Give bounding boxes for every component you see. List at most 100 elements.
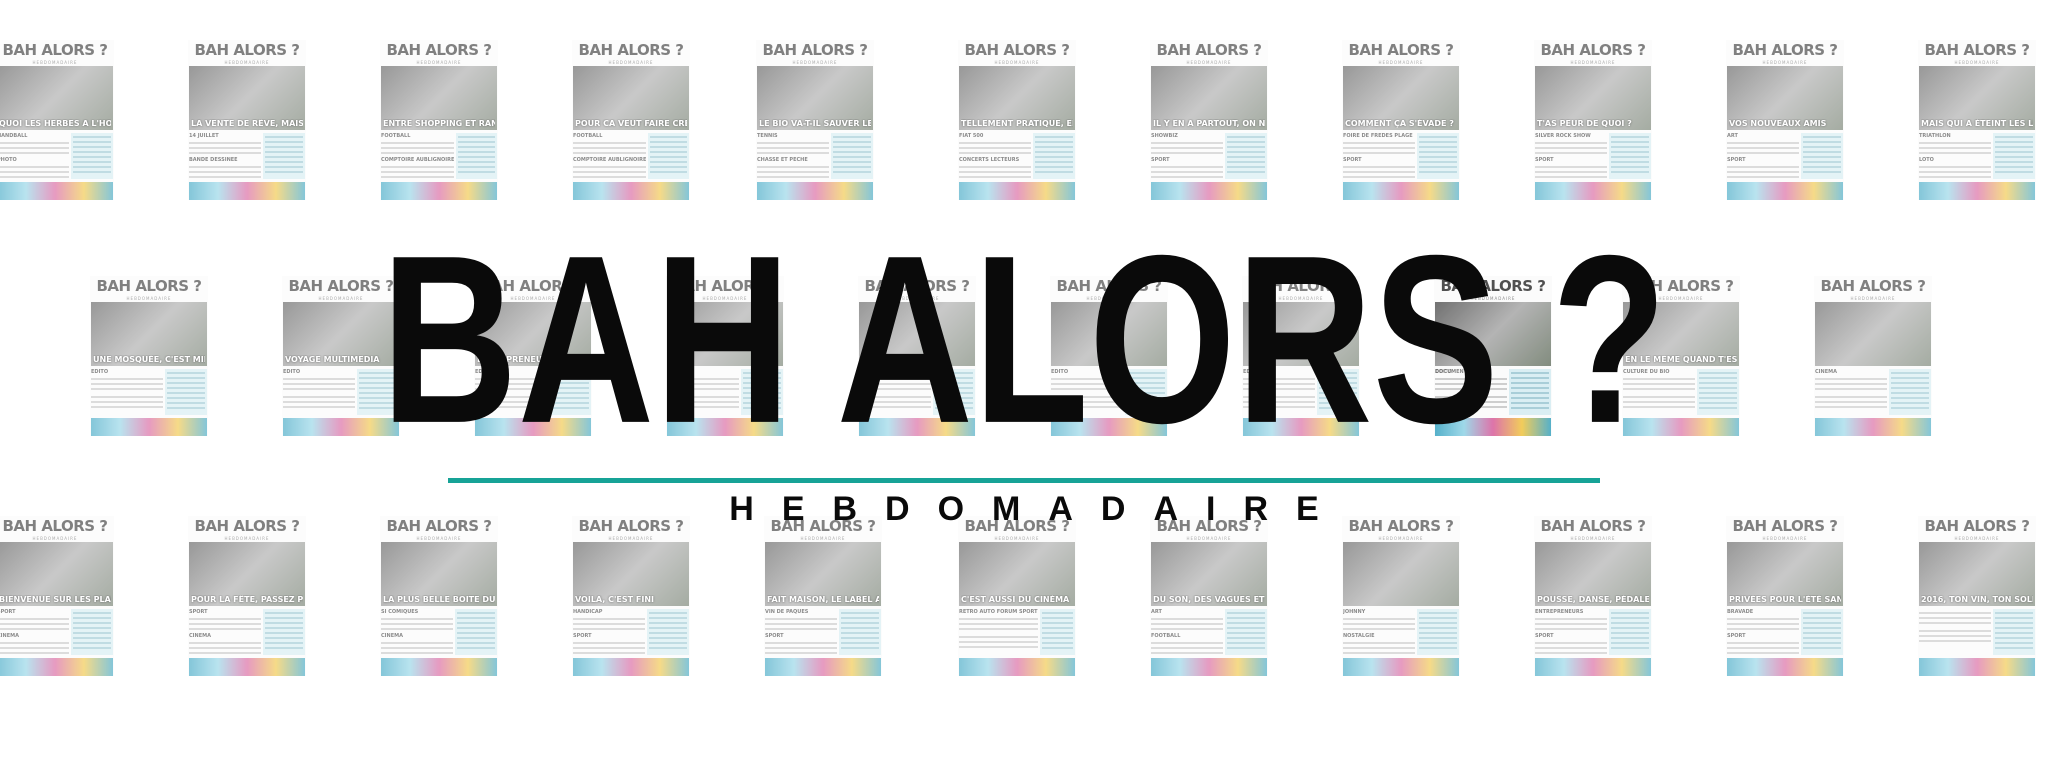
cover-headline: T'AS PEUR DE QUOI ? xyxy=(1537,119,1632,128)
cover-ad-banner xyxy=(1815,418,1931,436)
cover-ad-banner xyxy=(1343,182,1459,200)
cover-ad-banner xyxy=(1051,418,1167,436)
cover-text-column: BRAVADE SPORT xyxy=(1727,609,1801,655)
cover-section-label: ÉDITO xyxy=(1051,369,1069,375)
cover-ad-banner xyxy=(667,418,783,436)
cover-headline: BIENVENUE SUR LES PLAGES PRIVÉES xyxy=(0,595,111,604)
cover-section-label: CHASSE ET PÊCHE xyxy=(757,157,808,163)
cover-section-label: VIN DE PÂQUES xyxy=(765,609,809,615)
cover-columns: DOCUMENTAIRES xyxy=(1435,369,1551,415)
cover-edito-column xyxy=(357,369,399,415)
cover-edito-column xyxy=(71,133,113,179)
cover-masthead: BAH ALORS ? xyxy=(964,517,1070,535)
cover-edito-column xyxy=(1317,369,1359,415)
cover-ad-banner xyxy=(1343,658,1459,676)
cover-columns: SPORT CINÉMA xyxy=(0,609,113,655)
cover-photo: POUR LA FÊTE, PASSEZ PLUS TARD ! xyxy=(189,542,305,606)
cover-edito-column xyxy=(1225,133,1267,179)
cover-headline: PRIVÉES POUR L'ÉTÉ SANS SE RATER xyxy=(1729,595,1841,604)
cover-section-label: SPORT xyxy=(573,633,592,639)
cover-section-label: SILVER ROCK SHOW xyxy=(1535,133,1591,139)
cover-columns: RETRO AUTO FORUM SPORT xyxy=(959,609,1075,655)
cover-columns: ÉDITO xyxy=(667,369,783,415)
cover-headline: VOS NOUVEAUX AMIS xyxy=(1729,119,1827,128)
newspaper-cover: BAH ALORS ?HEBDOMADAIREÉDITO xyxy=(1242,276,1360,436)
cover-photo: LE BIO VA-T-IL SAUVER LE MONDE ? xyxy=(757,66,873,130)
cover-photo xyxy=(1051,302,1167,366)
cover-text-column: FOOTBALL COMPTOIRE AUBLIGNOIRE xyxy=(381,133,456,179)
cover-section-label: SPORT xyxy=(1727,157,1746,163)
newspaper-cover: BAH ALORS ? HEBDOMADAIRE CINÉMA xyxy=(1814,276,1932,436)
cover-text-column: DOCUMENTAIRES xyxy=(1435,369,1509,415)
newspaper-cover: BAH ALORS ? HEBDOMADAIRE UNE MOSQUÉE, C'ES… xyxy=(90,276,208,436)
cover-text-column: HANDBALL PHOTO xyxy=(0,133,71,179)
cover-photo: VOYAGE MULTIMEDIA xyxy=(283,302,399,366)
cover-section-label: SPORT xyxy=(765,633,784,639)
cover-section-label: SPORT xyxy=(1151,157,1170,163)
cover-edito-column xyxy=(1225,609,1267,655)
cover-section-label: SPORT xyxy=(0,609,16,615)
cover-section-label: CINÉMA xyxy=(189,633,211,639)
cover-photo: QUOI LES HERBES A L'HOPITAL ? xyxy=(0,66,113,130)
cover-ad-banner xyxy=(573,658,689,676)
cover-section-label: JOHNNY xyxy=(1343,609,1366,615)
cover-edito-column xyxy=(549,369,591,415)
cover-columns: FOOTBALL COMPTOIRE AUBLIGNOIRE xyxy=(381,133,497,179)
cover-edito-column xyxy=(1417,609,1459,655)
cover-section-label: SPORT xyxy=(1535,157,1554,163)
cover-masthead: BAH ALORS ? xyxy=(1440,277,1546,295)
cover-columns: CULTURE DU BIO xyxy=(1623,369,1739,415)
cover-columns: FOIRE DE FREDES PLAGE SPORT xyxy=(1343,133,1459,179)
cover-photo: C'EST AUSSI DU CINÉMA xyxy=(959,542,1075,606)
cover-ad-banner xyxy=(189,182,305,200)
cover-text-column: ÉDITO xyxy=(667,369,741,415)
cover-photo: VOILA, C'EST FINI xyxy=(573,542,689,606)
cover-photo: IL Y EN A PARTOUT, ON NE LES VOIT PAS xyxy=(1151,66,1267,130)
cover-edito-column xyxy=(741,369,783,415)
cover-text-column: SPORT CINÉMA xyxy=(189,609,263,655)
cover-section-label: ÉDITO xyxy=(667,369,685,375)
cover-headline: COMMENT ÇA S'ÉVADE ? xyxy=(1345,119,1454,128)
cover-photo: LA VENTE DE RÊVE, MAIS À QUEL PRIX? xyxy=(189,66,305,130)
cover-section-label: ÉDITO xyxy=(283,369,301,375)
cover-photo xyxy=(1243,302,1359,366)
cover-edito-column xyxy=(1417,133,1459,179)
cover-section-label: ART xyxy=(1727,133,1738,139)
cover-section-label: RETRO AUTO FORUM SPORT xyxy=(959,609,1038,615)
cover-headline: MAIS QUI A ÉTEINT LES LUMIÈRES ? xyxy=(1921,119,2033,128)
cover-masthead: BAH ALORS ? xyxy=(386,517,492,535)
cover-columns: BRAVADE SPORT xyxy=(1727,609,1843,655)
cover-masthead: BAH ALORS ? xyxy=(386,41,492,59)
cover-columns xyxy=(1919,609,2035,655)
cover-photo: DU SON, DES VAGUES ET DES SENSATIONS xyxy=(1151,542,1267,606)
cover-section-label: HANDBALL xyxy=(0,133,28,139)
cover-columns: ÉDITO xyxy=(1051,369,1167,415)
cover-columns: 14 JUILLET BANDE DESSINÉE xyxy=(189,133,305,179)
cover-section-label: CONCERTS LECTEURS xyxy=(959,157,1020,163)
newspaper-cover: BAH ALORS ? HEBDOMADAIRE QUOI LES HERBES A… xyxy=(0,40,114,200)
cover-text-column: JOHNNY NOSTALGIE xyxy=(1343,609,1417,655)
cover-masthead: BAH ALORS ? xyxy=(1924,41,2030,59)
cover-masthead: BAH ALORS ? xyxy=(762,41,868,59)
cover-section-label: ÉDITO xyxy=(475,369,493,375)
cover-photo: T'AS PEUR DE QUOI ? xyxy=(1535,66,1651,130)
newspaper-cover: BAH ALORS ? HEBDOMADAIRE MAIS QUI A ÉTEINT… xyxy=(1918,40,2036,200)
cover-columns: CINÉMA xyxy=(1815,369,1931,415)
cover-headline: LA VENTE DE RÊVE, MAIS À QUEL PRIX? xyxy=(191,119,303,128)
cover-headline: ENTREPRENEURS xyxy=(477,355,555,364)
cover-text-column: SILVER ROCK SHOW SPORT xyxy=(1535,133,1609,179)
cover-text-column: CINÉMA xyxy=(1815,369,1889,415)
cover-text-column xyxy=(1919,609,1993,655)
cover-text-column: ENTREPRENEURS SPORT xyxy=(1535,609,1609,655)
newspaper-cover: BAH ALORS ? HEBDOMADAIRE VOYAGE MULTIMEDIA… xyxy=(282,276,400,436)
cover-ad-banner xyxy=(1727,182,1843,200)
cover-edito-column xyxy=(1033,133,1075,179)
cover-ad-banner xyxy=(1151,658,1267,676)
cover-section-label: ENTREPRENEURS xyxy=(1535,609,1584,615)
cover-photo: UNE MOSQUÉE, C'EST MIEUX QUE 10 GARAGES xyxy=(91,302,207,366)
cover-columns: JOHNNY NOSTALGIE xyxy=(1343,609,1459,655)
cover-masthead: BAH ALORS ? xyxy=(2,517,108,535)
newspaper-cover: BAH ALORS ? HEBDOMADAIRE LA VENTE DE RÊVE,… xyxy=(188,40,306,200)
cover-columns: SPORT CINÉMA xyxy=(189,609,305,655)
cover-masthead: BAH ALORS ? xyxy=(1540,41,1646,59)
